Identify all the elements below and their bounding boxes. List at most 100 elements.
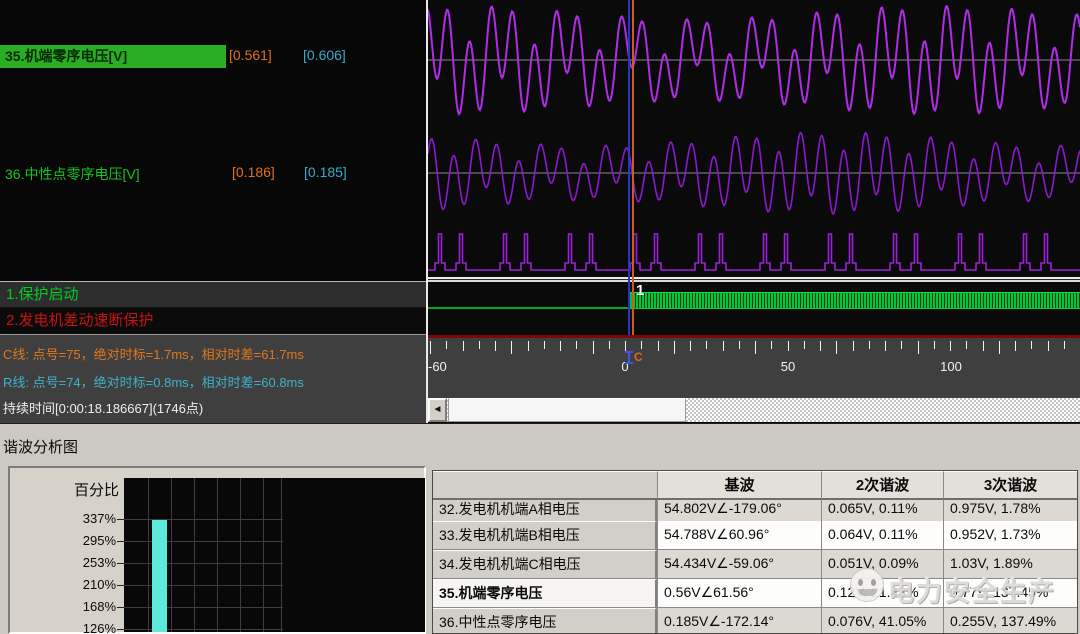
waveform-display[interactable] [428,0,1080,334]
ruler-tick [706,341,707,349]
ruler-tick [1064,341,1065,349]
ruler-tick [430,341,431,354]
chart-gridline-h [124,629,283,630]
ruler-tick [918,341,919,354]
chart-ytick-dash [117,541,124,542]
ruler-tick [511,341,512,354]
chart-gridline-v [217,478,218,632]
chart-gridline-v [263,478,264,632]
harmonic-chart-plot [124,478,425,632]
ruler-label-50: 50 [781,359,795,374]
ruler-tick [869,341,870,349]
r-cursor-marker[interactable] [624,351,633,364]
chart-y-axis-label: 百分比 [74,479,119,500]
row-name[interactable]: 34.发电机机端C相电压 [433,550,657,579]
channel-36-c-cursor-value: [0.186] [232,164,275,180]
event-row-protection-start[interactable]: 1.保护启动 [0,282,426,308]
chart-gridline-v [171,478,172,632]
chart-ytick-dash [117,519,124,520]
ruler-tick [966,341,967,349]
ruler-tick [983,341,984,351]
chart-gridline-h [124,519,283,520]
chart-ytick-label: 168% [70,599,116,614]
channel-35-label-selected[interactable]: 35.机端零序电压[V] [0,45,226,68]
ruler-tick [479,341,480,349]
header-harmonic2[interactable]: 2次谐波 [821,471,943,500]
ruler-tick [658,341,659,351]
ruler-tick [723,341,724,351]
ruler-tick [593,341,594,354]
chart-ytick-label: 337% [70,511,116,526]
digital-event-list: 1.保护启动 2.发电机差动速断保护 [0,281,426,333]
cursor-info-panel: C线: 点号=75，绝对时标=1.7ms，相对时差=61.7ms R线: 点号=… [0,334,426,423]
ruler-tick [788,341,789,351]
chart-ytick-dash [117,563,124,564]
table-row-33[interactable]: 33.发电机机端B相电压 54.788V∠60.96° 0.064V, 0.11… [433,521,1077,550]
ruler-tick [560,341,561,351]
ruler-tick [1015,341,1016,351]
ruler-label-100: 100 [940,359,962,374]
ruler-tick [528,341,529,351]
ruler-tick [853,341,854,351]
chart-ytick-dash [117,629,124,630]
c-cursor-info: C线: 点号=75，绝对时标=1.7ms，相对时差=61.7ms [3,344,304,363]
header-fundamental[interactable]: 基波 [657,471,821,500]
chart-ytick-label: 210% [70,577,116,592]
time-ruler[interactable]: -60 0 50 100 C [428,338,1080,398]
scrollbar-thumb[interactable] [448,398,686,422]
digital-high-band [630,292,1080,309]
chart-ytick-label: 126% [70,621,116,634]
c-cursor-line[interactable] [632,0,634,338]
row-name[interactable]: 35.机端零序电压 [433,579,657,608]
ruler-tick [1031,341,1032,349]
ruler-tick [934,341,935,349]
channel-36-r-cursor-value: [0.185] [304,164,347,180]
channel-label-panel: 35.机端零序电压[V] [0.561] [0.606] 36.中性点零序电压[… [0,0,426,281]
c-cursor-marker[interactable]: C [634,350,643,364]
duration-info: 持续时间[0:00:18.186667](1746点) [3,398,203,417]
channel-35-c-cursor-value: [0.561] [229,47,272,63]
scroll-left-button[interactable]: ◄ [428,398,447,422]
header-harmonic3[interactable]: 3次谐波 [943,471,1077,500]
ruler-tick [544,341,545,349]
chart-gridline-v [148,478,149,632]
horizontal-scrollbar[interactable]: ◄ [428,398,1080,422]
ruler-tick [820,341,821,351]
watermark-text: 电力安全生产 [888,572,1056,609]
digital-low-trace [428,307,630,309]
event-row-diff-trip[interactable]: 2.发电机差动速断保护 [0,308,426,334]
r-cursor-line[interactable] [628,0,630,338]
r-cursor-info: R线: 点号=74，绝对时标=0.8ms，相对时差=60.8ms [3,372,304,391]
pulse-trace [428,234,1080,270]
ruler-tick [804,341,805,349]
ruler-tick [641,341,642,349]
ruler-tick [625,341,626,351]
ruler-tick [755,341,756,354]
channel-36-label[interactable]: 36.中性点零序电压[V] [5,164,140,184]
watermark: 电力安全生产 [836,564,1080,612]
fundamental-value: 0.56V∠61.56° [657,579,821,608]
chart-ytick-dash [117,585,124,586]
ruler-label-minus60: -60 [428,359,447,374]
waveform-canvas [428,0,1080,334]
fault-wave-analysis-window: 35.机端零序电压[V] [0.561] [0.606] 36.中性点零序电压[… [0,0,1080,634]
chart-ytick-label: 253% [70,555,116,570]
harmonic3-value: 0.952V, 1.73% [943,521,1077,550]
digital-high-label: 1 [636,282,644,299]
ruler-tick [576,341,577,349]
ruler-tick [836,341,837,354]
ruler-tick [885,341,886,351]
ruler-tick [446,341,447,349]
ruler-tick [674,341,675,354]
chart-ytick-dash [117,607,124,608]
chart-gridline-v [281,478,282,632]
row-name[interactable]: 33.发电机机端B相电压 [433,521,657,550]
harmonic-bar [152,520,167,632]
harmonic2-value: 0.064V, 0.11% [821,521,943,550]
ruler-tick [901,341,902,349]
watermark-emoji-icon [850,568,884,602]
channel-35-r-cursor-value: [0.606] [303,47,346,63]
fundamental-value: 54.788V∠60.96° [657,521,821,550]
row-name[interactable]: 36.中性点零序电压 [433,608,657,634]
ruler-tick [609,341,610,349]
